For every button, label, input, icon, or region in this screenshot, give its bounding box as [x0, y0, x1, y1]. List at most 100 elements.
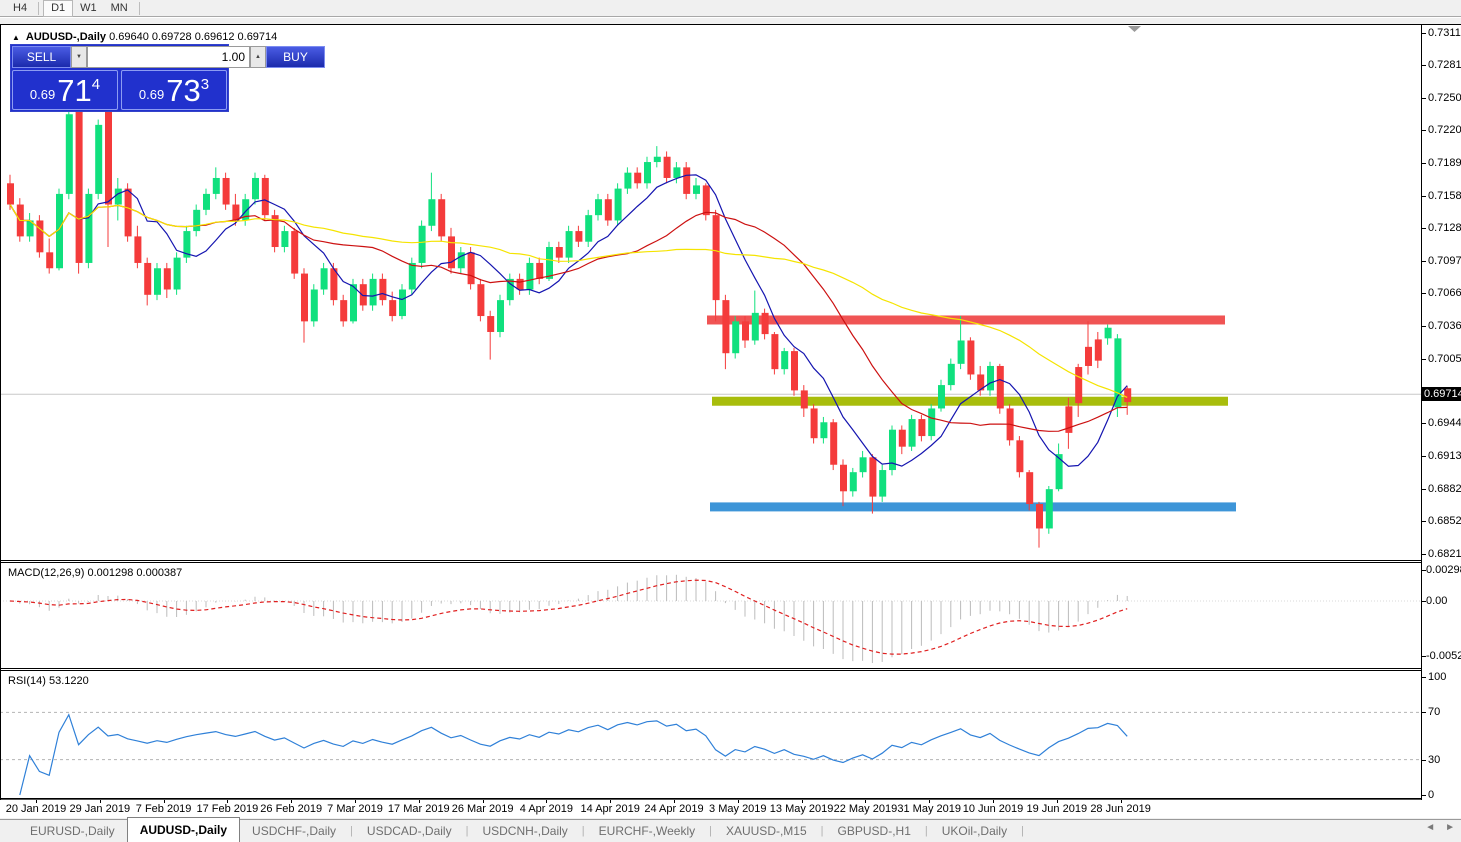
volume-increase-button[interactable]: ▲: [250, 46, 266, 68]
candle-body: [154, 268, 161, 295]
rsi-axis-tick: [1422, 712, 1426, 714]
timeframe-d1-button[interactable]: D1: [43, 0, 74, 17]
current-price-badge: 0.69714: [1422, 387, 1461, 402]
collapse-triangle-icon[interactable]: ▲: [12, 33, 20, 42]
date-axis-label: 29 Jan 2019: [69, 803, 131, 815]
candle-body: [95, 124, 103, 194]
macd-signal-line: [9, 579, 1128, 655]
candle-body: [369, 278, 377, 306]
candle-body: [800, 390, 808, 409]
window-top-band: [0, 18, 1461, 25]
tab-scroll-left-icon[interactable]: ◄: [1425, 822, 1435, 833]
horizontal-ray-support[interactable]: [710, 502, 1236, 512]
price-axis-label: 0.70360: [1428, 319, 1461, 332]
chart-tab-gbpusd-h1[interactable]: GBPUSD-,H1: [826, 822, 923, 840]
date-axis[interactable]: 20 Jan 2019 29 Jan 2019 7 Feb 2019 17 Feb 2…: [0, 800, 1421, 817]
scroll-to-end-icon[interactable]: [1128, 26, 1141, 32]
date-axis-label: 26 Mar 2019: [451, 803, 514, 815]
candle-body: [1036, 504, 1043, 529]
price-axis-label: 0.72810: [1428, 59, 1461, 72]
candle-body: [477, 284, 485, 317]
price-axis-label: 0.72200: [1428, 124, 1461, 137]
toolbar-separator: [38, 1, 40, 15]
chart-tab-audusd-daily[interactable]: AUDUSD-,Daily: [126, 817, 241, 842]
candle-body: [663, 156, 671, 178]
candle-body: [653, 156, 661, 163]
chart-tab-bar: EURUSD-,Daily AUDUSD-,Daily USDCHF-,Daily |…: [0, 817, 1461, 842]
candle-body: [105, 108, 112, 205]
chart-tab-usdcnh-daily[interactable]: USDCNH-,Daily: [470, 822, 579, 840]
rsi-indicator-panel[interactable]: [0, 671, 1421, 798]
date-axis-label: 20 Jan 2019: [5, 803, 67, 815]
macd-axis-label: 0.00: [1426, 595, 1448, 607]
candle-body: [987, 365, 994, 391]
candle-body: [898, 429, 906, 447]
sell-price-display[interactable]: 0.69 71 4: [12, 70, 118, 110]
timeframe-toolbar: H4 D1 W1 MN: [0, 0, 1461, 17]
chart-tab-usdcad-daily[interactable]: USDCAD-,Daily: [355, 822, 464, 840]
chart-tab-usdchf-daily[interactable]: USDCHF-,Daily: [240, 822, 348, 840]
candle-body: [252, 177, 259, 200]
chart-tab-xauusd-m15[interactable]: XAUUSD-,M15: [714, 822, 819, 840]
timeframe-mn-button[interactable]: MN: [104, 1, 135, 16]
buy-price-big: 73: [166, 72, 201, 108]
chart-tab-eurusd-daily[interactable]: EURUSD-,Daily: [18, 822, 127, 840]
price-scale[interactable]: 0.69714 0.73115 0.72810 0.72505 0.72200 0.71…: [1421, 25, 1461, 801]
candle-body: [203, 193, 210, 210]
date-axis-label: 3 May 2019: [709, 803, 767, 815]
date-axis-label: 13 May 2019: [769, 803, 834, 815]
price-axis-tick: [1422, 553, 1426, 555]
chart-symbol-label: AUDUSD-,Daily: [25, 31, 106, 43]
rsi-canvas: [0, 711, 1421, 796]
price-axis-label: 0.69130: [1428, 450, 1461, 463]
price-axis-label: 0.68520: [1428, 515, 1461, 528]
buy-button[interactable]: BUY: [266, 46, 325, 68]
candle-body: [702, 185, 710, 216]
candle-body: [222, 177, 230, 205]
volume-input[interactable]: [87, 46, 250, 68]
candle-body: [732, 321, 740, 354]
candle-body: [840, 464, 847, 492]
candle-body: [526, 262, 534, 290]
horizontal-ray-resistance[interactable]: [707, 315, 1225, 325]
candle-body: [830, 422, 838, 465]
chart-tab-eurchf-weekly[interactable]: EURCHF-,Weekly: [587, 822, 707, 840]
candle-body: [1055, 454, 1063, 490]
tab-separator: |: [924, 825, 928, 837]
price-axis-tick: [1422, 456, 1426, 458]
price-axis-tick: [1422, 488, 1426, 490]
candle-body: [938, 385, 945, 409]
candle-body: [1104, 327, 1112, 339]
buy-price-display[interactable]: 0.69 73 3: [121, 70, 227, 110]
tab-scroll-right-icon[interactable]: ►: [1445, 822, 1455, 833]
timeframe-w1-button[interactable]: W1: [73, 1, 104, 16]
candle-body: [918, 419, 926, 437]
date-axis-label: 19 Jun 2019: [1026, 803, 1088, 815]
price-axis-label: 0.70665: [1428, 287, 1461, 300]
tab-separator: |: [465, 825, 469, 837]
candle-body: [379, 278, 387, 301]
candle-body: [418, 225, 426, 263]
price-axis-label: 0.69440: [1428, 417, 1461, 430]
timeframe-h4-button[interactable]: H4: [6, 1, 34, 16]
mt4-chart-window: H4 D1 W1 MN ▲ AUDUSD-,Daily 0.69640 0.69…: [0, 0, 1461, 842]
candle-body: [869, 457, 877, 497]
price-axis-tick: [1422, 163, 1426, 165]
candle-body: [1075, 367, 1083, 404]
horizontal-ray-pivot[interactable]: [712, 396, 1228, 406]
candle-body: [585, 215, 593, 242]
candle-body: [134, 236, 142, 263]
macd-indicator-panel[interactable]: [0, 563, 1421, 668]
volume-decrease-button[interactable]: ▼: [71, 46, 87, 68]
candle-body: [810, 408, 818, 439]
candle-body: [1026, 472, 1034, 505]
chart-tab-ukoil-daily[interactable]: UKOil-,Daily: [930, 822, 1019, 840]
date-axis-label: 26 Feb 2019: [260, 803, 323, 815]
candle-body: [310, 289, 318, 322]
one-click-trade-panel: SELL ▼ ▲ BUY 0.69 71 4 0.69 73 3: [10, 44, 325, 112]
price-axis-tick: [1422, 97, 1426, 99]
candle-body: [399, 289, 406, 317]
candle-body: [359, 284, 367, 306]
sell-button[interactable]: SELL: [12, 46, 71, 68]
rsi-axis-tick: [1422, 795, 1426, 796]
